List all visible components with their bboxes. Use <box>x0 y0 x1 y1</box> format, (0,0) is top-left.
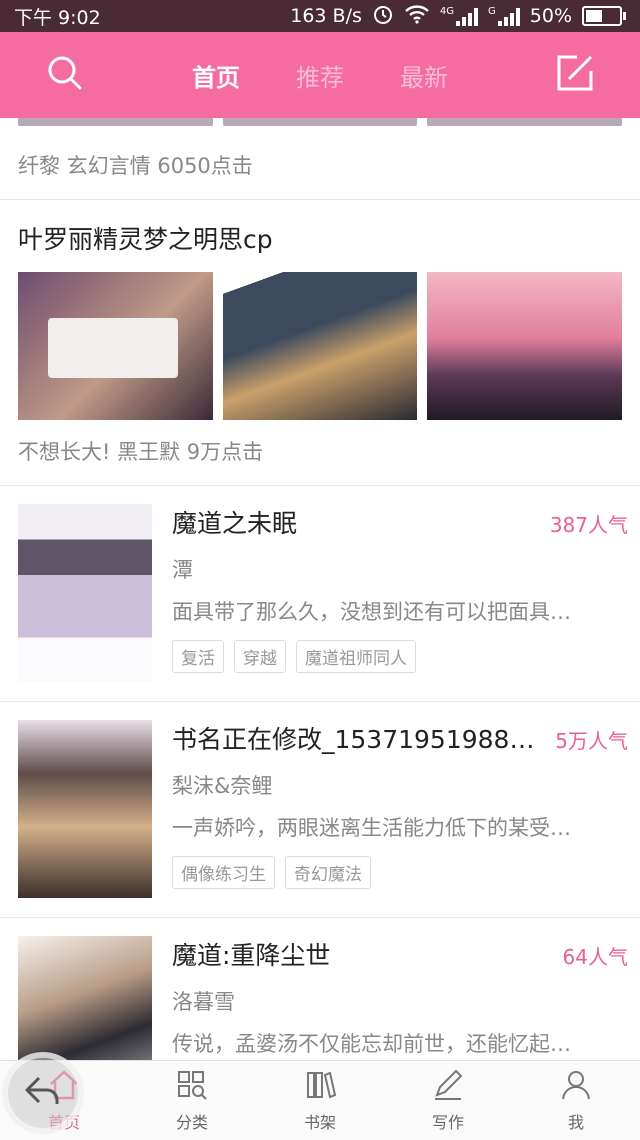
thumbnail[interactable] <box>427 118 623 126</box>
status-bar: 下午 9:02 163 B/s 4G G 50% <box>0 0 640 32</box>
book-title: 魔道:重降尘世 <box>172 941 331 970</box>
nav-category[interactable]: 分类 <box>128 1061 256 1140</box>
book-item[interactable]: 书名正在修改_1537195198826… 5万人气 梨沫&奈鲤 一声娇吟，两眼… <box>0 702 640 918</box>
popularity-badge: 387人气 <box>549 513 628 537</box>
collection-title: 叶罗丽精灵梦之明思cp <box>18 225 273 254</box>
user-icon <box>559 1069 593 1105</box>
nav-label: 分类 <box>175 1112 208 1132</box>
pen-icon <box>431 1069 465 1105</box>
book-title: 魔道之未眠 <box>172 509 298 538</box>
nav-write[interactable]: 写作 <box>384 1061 512 1140</box>
book-title: 书名正在修改_1537195198826… <box>172 725 550 754</box>
collection-meta: 不想长大! 黑王默 9万点击 <box>0 420 640 486</box>
nav-label: 书架 <box>303 1112 336 1132</box>
battery-icon <box>582 6 626 26</box>
search-button[interactable] <box>0 32 130 118</box>
book-item[interactable]: 魔道:重降尘世 64人气 洛暮雪 传说，孟婆汤不仅能忘却前世，还能忆起… <box>0 918 640 1060</box>
bottom-nav: 首页 分类 书架 写作 我 <box>0 1060 640 1140</box>
thumbnail[interactable] <box>18 118 213 126</box>
book-tags: 复活 穿越 魔道祖师同人 <box>172 640 628 673</box>
collection-card[interactable]: 叶罗丽精灵梦之明思cp 不想长大! 黑王默 9万点击 <box>0 200 640 486</box>
tab-latest[interactable]: 最新 <box>400 58 448 93</box>
search-icon <box>45 53 85 97</box>
status-time: 下午 9:02 <box>14 6 101 29</box>
collection-image[interactable] <box>18 272 213 420</box>
popularity-badge: 64人气 <box>562 945 628 969</box>
collection-images <box>0 272 640 420</box>
book-description: 一声娇吟，两眼迷离生活能力低下的某受… <box>172 816 571 840</box>
book-author: 洛暮雪 <box>172 990 235 1014</box>
wifi-icon <box>404 4 430 29</box>
back-arrow-icon <box>23 1074 63 1112</box>
category-icon <box>175 1069 209 1105</box>
book-author: 潭 <box>172 558 193 582</box>
tab-recommend[interactable]: 推荐 <box>296 58 344 93</box>
net-4g-label: 4G <box>439 6 455 17</box>
nav-me[interactable]: 我 <box>512 1061 640 1140</box>
thumbnail[interactable] <box>222 118 418 126</box>
status-right: 163 B/s 4G G 50% <box>290 3 626 30</box>
tag[interactable]: 奇幻魔法 <box>285 856 371 889</box>
tag[interactable]: 魔道祖师同人 <box>296 640 416 673</box>
signal-g-icon: G <box>488 6 520 26</box>
nav-label: 写作 <box>431 1112 464 1132</box>
top-tabs: 首页 推荐 最新 <box>130 58 510 93</box>
book-cover <box>18 720 152 898</box>
bookshelf-icon <box>303 1069 337 1105</box>
book-cover <box>18 936 152 1060</box>
signal-4g-icon: 4G <box>439 6 479 26</box>
tag[interactable]: 偶像练习生 <box>172 856 275 889</box>
book-description: 传说，孟婆汤不仅能忘却前世，还能忆起… <box>172 1032 571 1056</box>
book-description: 面具带了那么久，没想到还有可以把面具… <box>172 600 571 624</box>
nav-label: 我 <box>567 1112 584 1132</box>
collection-image[interactable] <box>427 272 623 420</box>
book-item[interactable]: 魔道之未眠 387人气 潭 面具带了那么久，没想到还有可以把面具… 复活 穿越 … <box>0 486 640 702</box>
nav-bookshelf[interactable]: 书架 <box>256 1061 384 1140</box>
battery-percent: 50% <box>529 5 572 27</box>
book-author: 梨沫&奈鲤 <box>172 774 273 798</box>
collection-meta: 纤黎 玄幻言情 6050点击 <box>0 126 640 200</box>
collection-image[interactable] <box>222 272 418 420</box>
feed: 纤黎 玄幻言情 6050点击 叶罗丽精灵梦之明思cp 不想长大! 黑王默 9万点… <box>0 118 640 1060</box>
net-g-label: G <box>488 6 496 17</box>
battery-fill <box>586 10 602 22</box>
partial-images <box>0 118 640 126</box>
top-header: 首页 推荐 最新 <box>0 32 640 118</box>
book-cover <box>18 504 152 682</box>
book-tags: 偶像练习生 奇幻魔法 <box>172 856 628 889</box>
popularity-badge: 5万人气 <box>555 729 628 753</box>
alarm-icon <box>372 3 394 30</box>
write-button[interactable] <box>510 32 640 118</box>
edit-icon <box>555 53 595 97</box>
network-speed: 163 B/s <box>290 5 362 27</box>
tag[interactable]: 复活 <box>172 640 224 673</box>
tab-home[interactable]: 首页 <box>192 58 240 93</box>
tag[interactable]: 穿越 <box>234 640 286 673</box>
floating-back-button[interactable] <box>2 1052 84 1134</box>
